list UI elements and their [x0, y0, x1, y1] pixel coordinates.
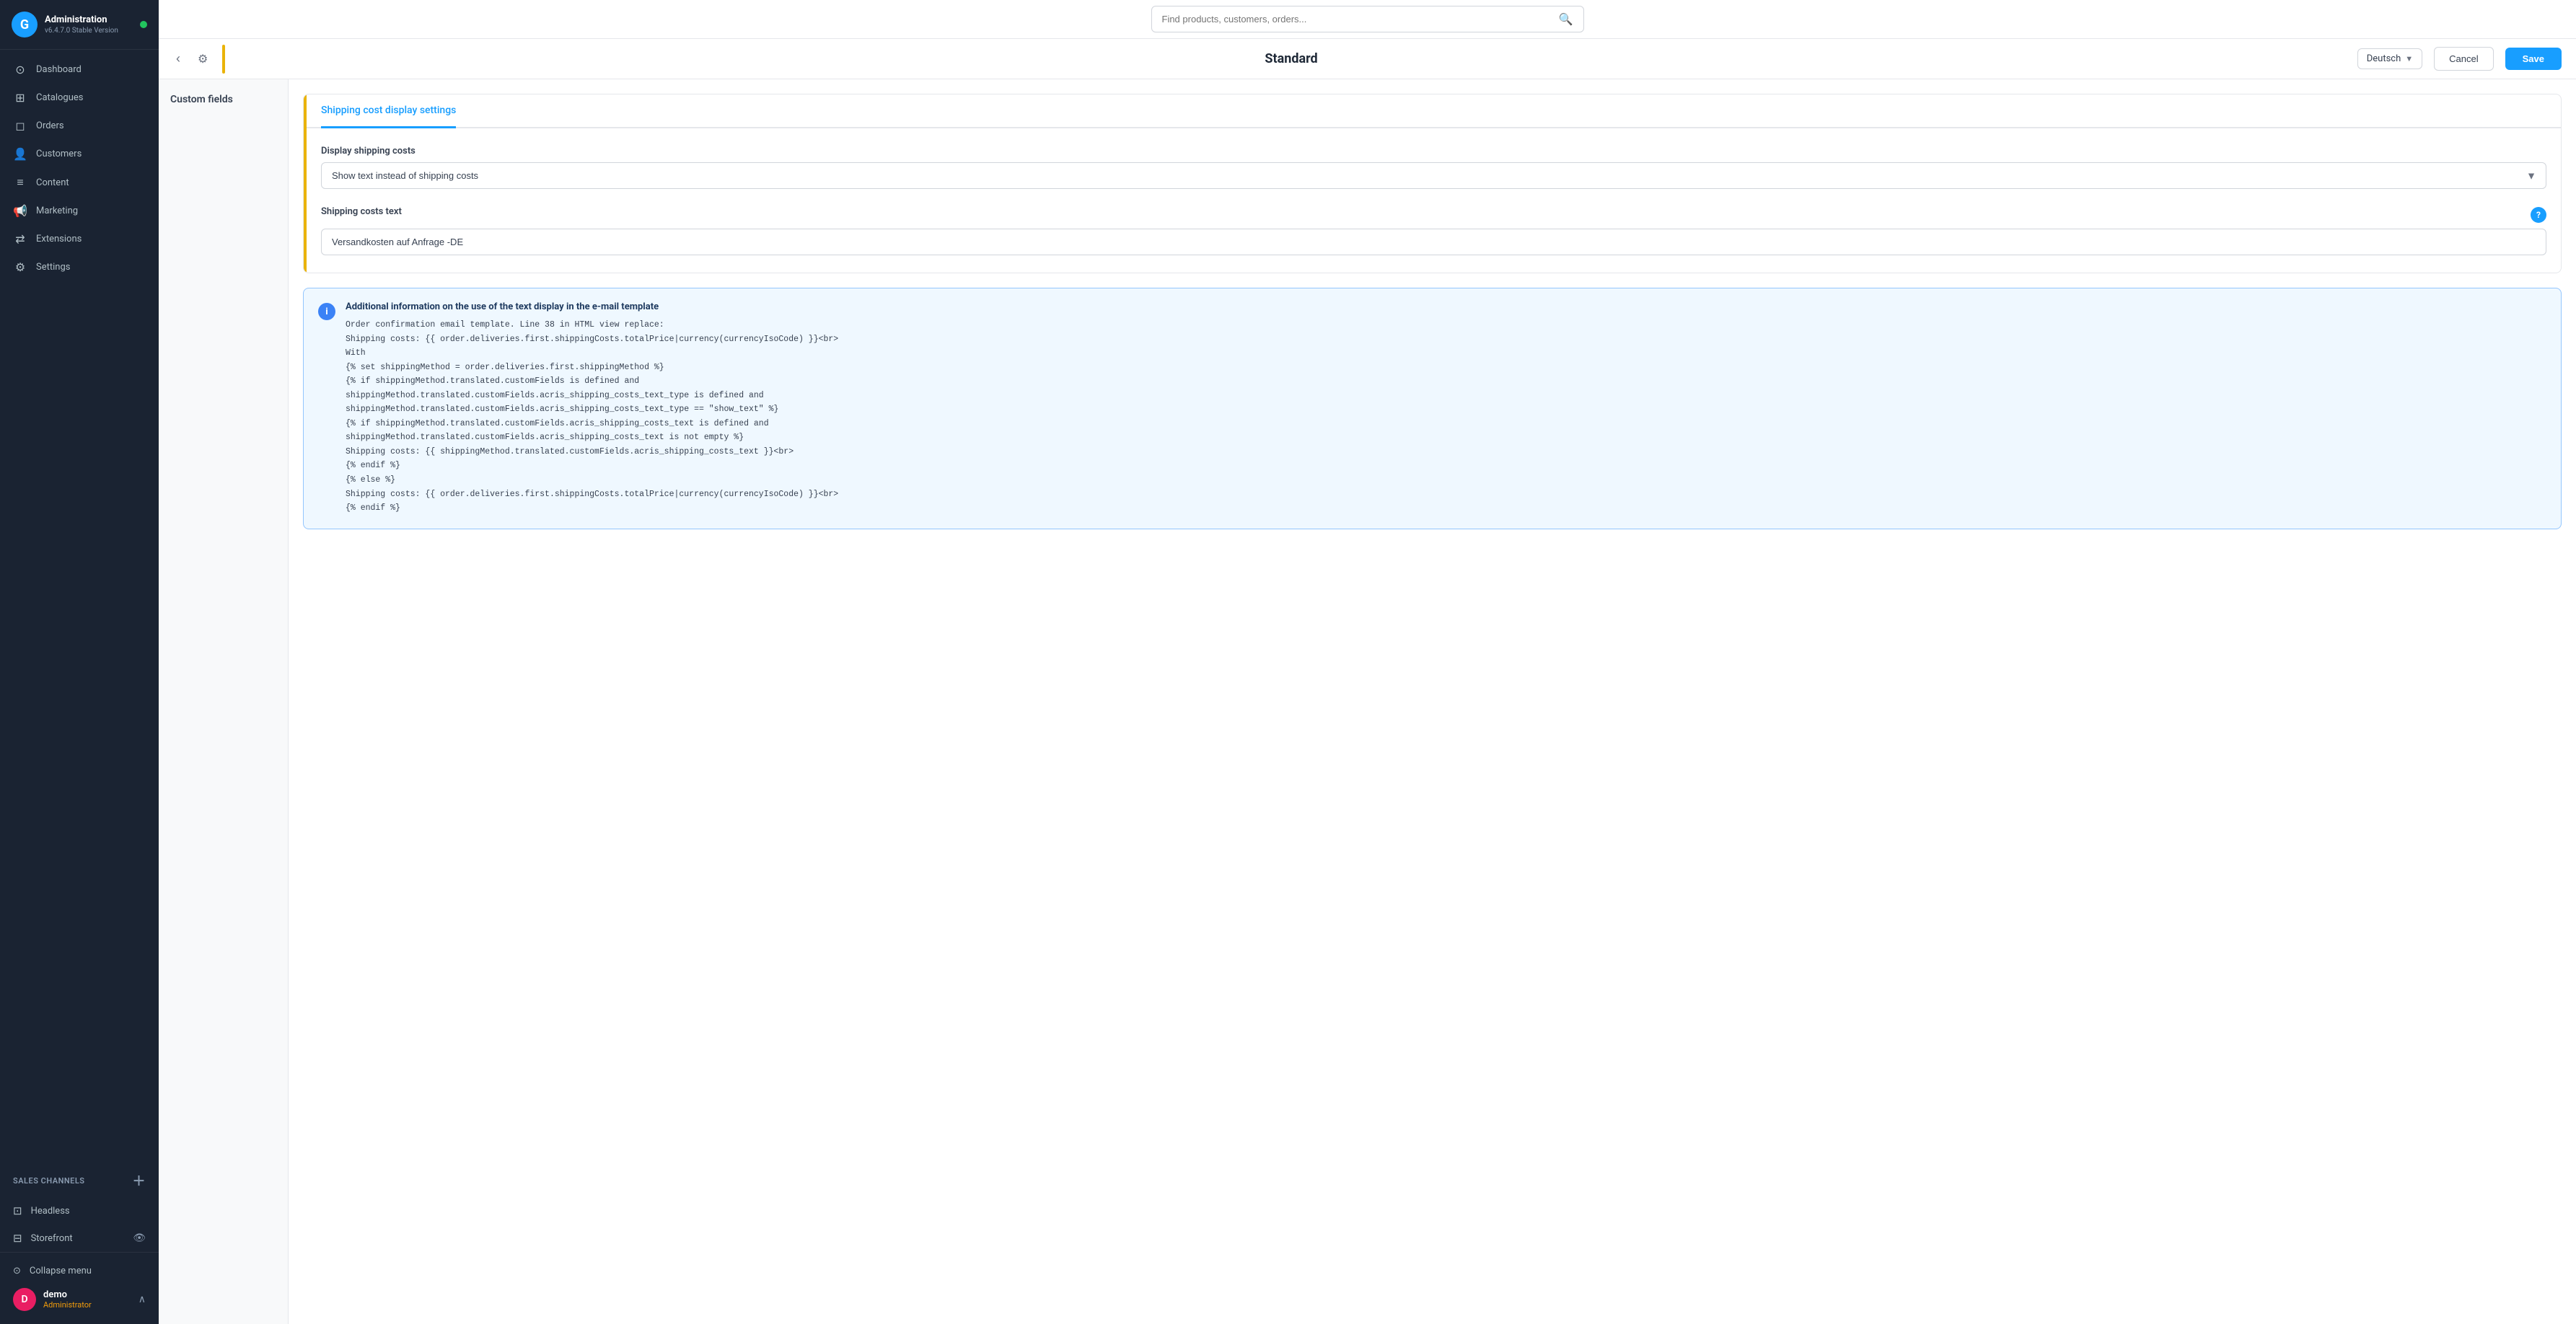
info-icon: i: [318, 303, 335, 320]
sidebar-item-label: Orders: [36, 120, 64, 131]
info-box-text: Order confirmation email template. Line …: [346, 318, 2546, 516]
orders-icon: ◻: [13, 119, 27, 133]
main-area: 🔍 ‹ ⚙ Standard Deutsch ▼ Cancel Save Cus…: [159, 0, 2576, 1324]
language-value: Deutsch: [2367, 53, 2401, 64]
customers-icon: 👤: [13, 147, 27, 161]
sidebar-item-label: Catalogues: [36, 92, 84, 103]
sidebar-item-label: Dashboard: [36, 64, 82, 75]
sidebar-item-label: Marketing: [36, 206, 78, 216]
costs-text-label: Shipping costs text: [321, 206, 402, 217]
status-dot: [140, 21, 147, 28]
sidebar-header: G Administration v6.4.7.0 Stable Version: [0, 0, 159, 50]
user-row: D demo Administrator ∧: [13, 1282, 146, 1317]
topbar: 🔍: [159, 0, 2576, 39]
back-button[interactable]: ‹: [173, 48, 183, 69]
sidebar-item-label: Customers: [36, 149, 82, 159]
app-name: Administration: [45, 14, 118, 27]
info-box-title: Additional information on the use of the…: [346, 301, 2546, 312]
sidebar-item-catalogues[interactable]: ⊞ Catalogues: [0, 84, 159, 112]
display-costs-label: Display shipping costs: [321, 146, 2546, 156]
channel-label: Storefront: [31, 1233, 73, 1244]
extensions-icon: ⇄: [13, 232, 27, 246]
info-box-content: Additional information on the use of the…: [346, 301, 2546, 516]
sidebar-item-extensions[interactable]: ⇄ Extensions: [0, 225, 159, 253]
chevron-down-icon: ▼: [2405, 54, 2413, 63]
marketing-icon: 📢: [13, 204, 27, 218]
sales-channels-section: Sales Channels ＋: [0, 1164, 159, 1197]
catalogues-icon: ⊞: [13, 91, 27, 105]
sales-channels-label: Sales Channels: [13, 1176, 85, 1186]
left-panel: Custom fields: [159, 79, 289, 1324]
card-body: Display shipping costs Show text instead…: [307, 128, 2561, 273]
user-name: demo: [43, 1289, 92, 1300]
save-button[interactable]: Save: [2505, 48, 2562, 70]
search-input[interactable]: [1162, 14, 1559, 25]
app-info: Administration v6.4.7.0 Stable Version: [45, 14, 118, 35]
tab-shipping-cost-display[interactable]: Shipping cost display settings: [321, 94, 456, 128]
cancel-button[interactable]: Cancel: [2434, 47, 2493, 71]
main-panel: Shipping cost display settings Display s…: [289, 79, 2576, 1324]
yellow-indicator: [222, 45, 225, 74]
channel-label: Headless: [31, 1206, 70, 1217]
sidebar-item-marketing[interactable]: 📢 Marketing: [0, 197, 159, 225]
custom-fields-title: Custom fields: [170, 94, 276, 105]
app-logo: G: [12, 12, 38, 37]
add-sales-channel-button[interactable]: ＋: [133, 1171, 146, 1190]
user-role: Administrator: [43, 1300, 92, 1310]
user-chevron-icon[interactable]: ∧: [139, 1294, 146, 1305]
sidebar-item-settings[interactable]: ⚙ Settings: [0, 253, 159, 281]
tab-bar: Shipping cost display settings: [307, 94, 2561, 128]
user-info: demo Administrator: [43, 1289, 92, 1310]
sidebar-footer: ⊙ Collapse menu D demo Administrator ∧: [0, 1252, 159, 1324]
sidebar-item-storefront[interactable]: ⊟ Storefront 👁: [0, 1224, 159, 1252]
content-area: Custom fields Shipping cost display sett…: [159, 79, 2576, 1324]
card-inner: Shipping cost display settings Display s…: [307, 94, 2561, 273]
page-header: ‹ ⚙ Standard Deutsch ▼ Cancel Save: [159, 39, 2576, 79]
collapse-menu-label: Collapse menu: [30, 1266, 92, 1276]
search-box[interactable]: 🔍: [1151, 6, 1584, 32]
headless-icon: ⊡: [13, 1204, 22, 1217]
sidebar-item-orders[interactable]: ◻ Orders: [0, 112, 159, 140]
sidebar-item-content[interactable]: ≡ Content: [0, 168, 159, 197]
sidebar-item-label: Settings: [36, 262, 70, 273]
circle-icon: ⊙: [13, 1266, 21, 1276]
dashboard-icon: ⊙: [13, 63, 27, 76]
info-box: i Additional information on the use of t…: [303, 288, 2562, 529]
sidebar-item-label: Content: [36, 177, 69, 188]
sidebar: G Administration v6.4.7.0 Stable Version…: [0, 0, 159, 1324]
content-icon: ≡: [13, 175, 27, 190]
display-costs-select-wrapper: Show text instead of shipping costs ▼: [321, 162, 2546, 189]
collapse-menu-button[interactable]: ⊙ Collapse menu: [13, 1260, 146, 1282]
page-settings-button[interactable]: ⚙: [195, 49, 211, 69]
search-icon: 🔍: [1559, 12, 1573, 26]
avatar: D: [13, 1288, 36, 1311]
page-title: Standard: [237, 51, 2345, 66]
settings-icon: ⚙: [13, 260, 27, 274]
storefront-icon: ⊟: [13, 1232, 22, 1245]
main-nav: ⊙ Dashboard ⊞ Catalogues ◻ Orders 👤 Cust…: [0, 50, 159, 1164]
help-icon[interactable]: ?: [2531, 207, 2546, 223]
language-selector[interactable]: Deutsch ▼: [2357, 48, 2422, 69]
sidebar-item-label: Extensions: [36, 234, 82, 244]
sidebar-item-dashboard[interactable]: ⊙ Dashboard: [0, 56, 159, 84]
app-version: v6.4.7.0 Stable Version: [45, 27, 118, 35]
display-costs-select[interactable]: Show text instead of shipping costs: [321, 162, 2546, 189]
costs-text-input[interactable]: [321, 229, 2546, 255]
eye-icon: 👁: [133, 1232, 146, 1244]
sidebar-item-customers[interactable]: 👤 Customers: [0, 140, 159, 168]
shipping-settings-card: Shipping cost display settings Display s…: [303, 94, 2562, 273]
sidebar-item-headless[interactable]: ⊡ Headless: [0, 1197, 159, 1224]
